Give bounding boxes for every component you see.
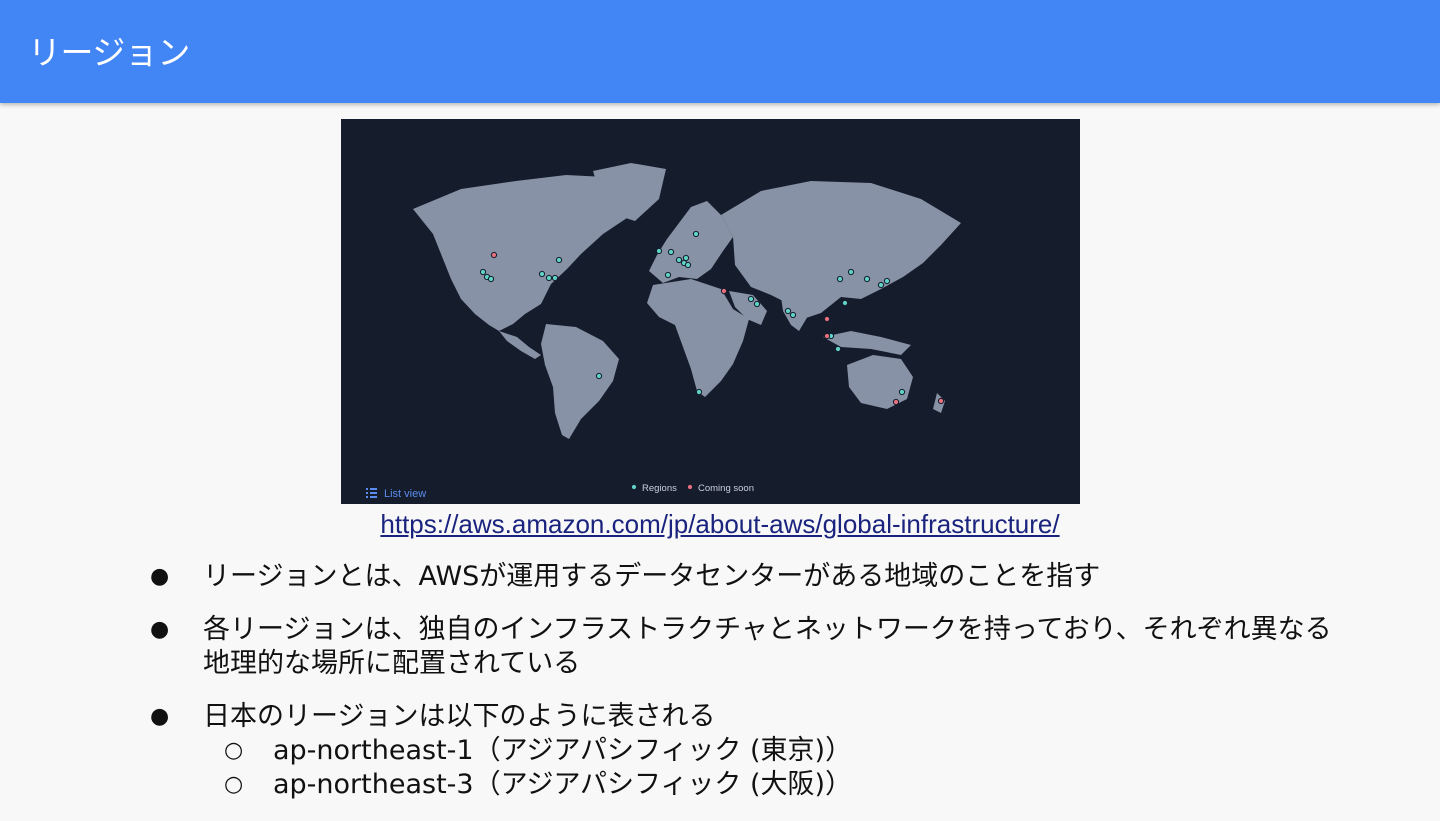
region-marker: [883, 277, 891, 285]
legend-coming-soon-label: Coming soon: [698, 483, 754, 494]
coming-soon-marker: [823, 332, 831, 340]
map-legend: Regions Coming soon: [630, 483, 754, 494]
region-marker: [747, 295, 755, 303]
legend-coming-soon-swatch: [686, 483, 694, 491]
world-map-svg: List view Regions Coming soon: [366, 163, 961, 500]
region-marker: [863, 275, 871, 283]
region-marker: [655, 247, 663, 255]
region-marker: [834, 345, 842, 353]
region-marker: [664, 271, 672, 279]
continents: [413, 163, 961, 439]
region-marker: [545, 274, 553, 282]
region-marker: [836, 275, 844, 283]
region-marker: [538, 270, 546, 278]
bullet-dot-icon: ●: [150, 617, 170, 642]
region-marker: [667, 248, 675, 256]
coming-soon-marker: [490, 251, 498, 259]
sub-bullet-circle-icon: ○: [224, 772, 244, 797]
coming-soon-marker: [937, 397, 945, 405]
region-marker: [789, 311, 797, 319]
bullet-list: ● リージョンとは、AWSが運用するデータセンターがある地域のことを指す ● 各…: [146, 560, 1346, 821]
bullet-item: ● 各リージョンは、独自のインフラストラクチャとネットワークを持っており、それぞ…: [146, 613, 1346, 681]
list-icon: [366, 488, 377, 498]
bullet-item: ● リージョンとは、AWSが運用するデータセンターがある地域のことを指す: [146, 560, 1346, 594]
bullet-text: リージョンとは、AWSが運用するデータセンターがある地域のことを指す: [203, 561, 1101, 592]
region-marker: [551, 274, 559, 282]
region-marker: [841, 299, 849, 307]
region-marker: [487, 275, 495, 283]
sub-bullet-text: ap-northeast-3（アジアパシフィック (大阪)）: [273, 769, 853, 800]
legend-regions-label: Regions: [642, 483, 677, 494]
bullet-text: 各リージョンは、独自のインフラストラクチャとネットワークを持っており、それぞれ異…: [203, 614, 1332, 679]
region-marker: [595, 372, 603, 380]
region-marker: [692, 230, 700, 238]
region-marker: [898, 388, 906, 396]
coming-soon-marker: [720, 287, 728, 295]
bullet-item: ● 日本のリージョンは以下のように表される ○ ap-northeast-1（ア…: [146, 700, 1346, 802]
sub-bullet-item: ○ ap-northeast-1（アジアパシフィック (東京)）: [146, 734, 1346, 768]
source-link[interactable]: https://aws.amazon.com/jp/about-aws/glob…: [0, 509, 1440, 540]
legend-region-swatch: [630, 483, 638, 491]
world-map-image: List view Regions Coming soon: [341, 119, 1080, 504]
region-marker: [479, 268, 487, 276]
slide-title: リージョン: [28, 33, 190, 72]
coming-soon-marker: [823, 315, 831, 323]
region-marker: [684, 261, 692, 269]
region-marker: [847, 268, 855, 276]
sub-bullet-circle-icon: ○: [224, 738, 244, 763]
region-marker: [695, 388, 703, 396]
region-marker: [675, 256, 683, 264]
coming-soon-marker: [892, 398, 900, 406]
region-marker: [784, 307, 792, 315]
list-view-label: List view: [384, 488, 426, 500]
sub-bullet-item: ○ ap-northeast-3（アジアパシフィック (大阪)）: [146, 768, 1346, 802]
list-view-control[interactable]: List view: [366, 488, 426, 500]
bullet-dot-icon: ●: [150, 564, 170, 589]
sub-bullet-text: ap-northeast-1（アジアパシフィック (東京)）: [273, 735, 853, 766]
region-marker: [753, 300, 761, 308]
region-marker: [877, 281, 885, 289]
bullet-dot-icon: ●: [150, 704, 170, 729]
region-marker: [682, 254, 690, 262]
region-marker: [555, 256, 563, 264]
bullet-text: 日本のリージョンは以下のように表される: [203, 701, 716, 732]
slide-header: リージョン: [0, 0, 1440, 103]
